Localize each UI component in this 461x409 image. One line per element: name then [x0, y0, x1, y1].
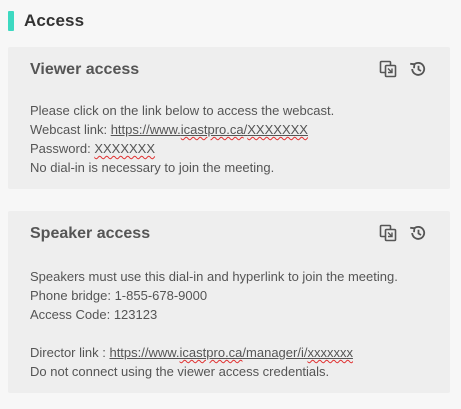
webcast-link-label: Webcast link:	[30, 122, 111, 137]
director-url-code: xxxxxxx	[307, 345, 353, 360]
speaker-access-title: Speaker access	[30, 225, 151, 242]
viewer-instructions: Please click on the link below to access…	[30, 103, 335, 118]
webcast-url-domain: icastpro.ca	[180, 122, 244, 137]
director-link-label: Director link :	[30, 345, 110, 360]
history-icon[interactable]	[408, 223, 428, 243]
viewer-access-title: Viewer access	[30, 61, 140, 78]
access-code-line: Access Code: 123123	[30, 307, 158, 322]
password-value: XXXXXXX	[94, 141, 156, 156]
password-line: Password: XXXXXXX	[30, 139, 434, 158]
section-title: Access	[24, 11, 85, 30]
section-accent-bar	[8, 11, 14, 31]
password-label: Password:	[30, 141, 95, 156]
copy-icon[interactable]	[378, 59, 398, 79]
access-page: Access Viewer access Please click on the…	[0, 0, 461, 409]
viewer-access-actions	[378, 59, 428, 79]
history-icon[interactable]	[408, 59, 428, 79]
webcast-link-line: Webcast link: https://www.icastpro.ca/XX…	[30, 120, 434, 139]
webcast-url-code: XXXXXXX	[247, 122, 308, 137]
director-link[interactable]: https://www.icastpro.ca/manager/i/xxxxxx…	[109, 345, 353, 360]
director-url-domain: icastpro.ca	[179, 345, 243, 360]
copy-icon[interactable]	[378, 223, 398, 243]
director-url-path: /manager/i/	[242, 345, 308, 360]
viewer-dial-in-note: No dial-in is necessary to join the meet…	[30, 160, 275, 175]
speaker-access-actions	[378, 223, 428, 243]
viewer-credentials-warning: Do not connect using the viewer access c…	[30, 364, 330, 379]
webcast-url-prefix: https://www.	[110, 122, 181, 137]
director-link-line: Director link : https://www.icastpro.ca/…	[30, 343, 434, 362]
section-header: Access	[8, 10, 84, 32]
viewer-access-body: Please click on the link below to access…	[30, 101, 434, 177]
speaker-access-body: Speakers must use this dial-in and hyper…	[30, 267, 434, 381]
viewer-access-card: Viewer access Please click on the link b…	[8, 47, 450, 189]
speaker-instructions: Speakers must use this dial-in and hyper…	[30, 269, 398, 284]
webcast-link[interactable]: https://www.icastpro.ca/XXXXXXX	[111, 122, 308, 137]
phone-bridge-line: Phone bridge: 1-855-678-9000	[30, 288, 208, 303]
director-url-prefix: https://www.	[109, 345, 180, 360]
speaker-access-card: Speaker access Speakers must use this di…	[8, 211, 450, 393]
